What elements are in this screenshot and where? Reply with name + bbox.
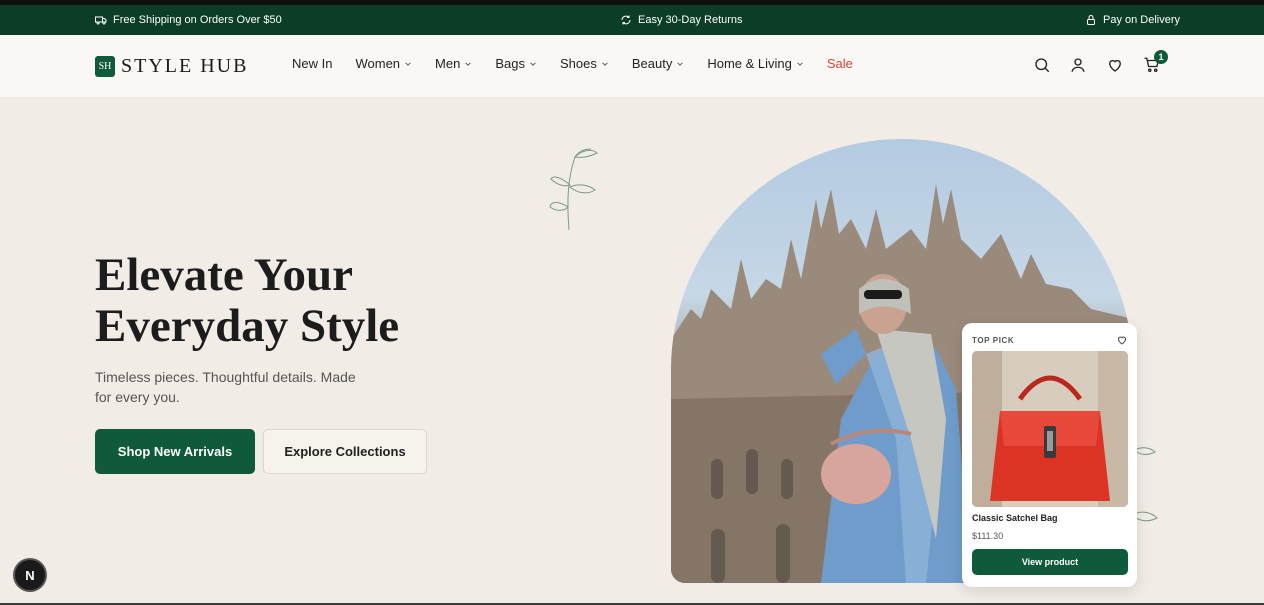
lock-icon xyxy=(1087,15,1095,25)
chevron-down-icon xyxy=(530,61,536,66)
nav-label: Men xyxy=(435,56,461,71)
product-price: $111.30 xyxy=(972,531,1004,541)
main-nav: New In Women Men Bags Shoes Beauty Home … xyxy=(292,56,876,71)
leaf-decoration xyxy=(549,148,598,231)
top-pick-card: TOP PICK Classic Satchel Bag $111.30 Vie… xyxy=(962,323,1137,587)
logo-mark: SH xyxy=(95,56,115,77)
nav-item-men[interactable]: Men xyxy=(435,56,472,71)
nav-label: Shoes xyxy=(559,56,597,71)
nav-label: Sale xyxy=(826,56,853,71)
chevron-down-icon xyxy=(677,61,684,66)
chevron-down-icon xyxy=(602,61,608,66)
shop-new-arrivals-button[interactable]: Shop New Arrivals xyxy=(95,429,255,474)
nav-label: Beauty xyxy=(631,56,673,71)
search-icon[interactable] xyxy=(1033,56,1051,74)
nav-item-bags[interactable]: Bags xyxy=(495,56,537,71)
chevron-down-icon xyxy=(465,61,472,66)
heart-icon[interactable] xyxy=(1116,334,1128,346)
heart-icon[interactable] xyxy=(1106,56,1124,74)
hero-subtitle: Timeless pieces. Thoughtful details. Mad… xyxy=(95,369,356,405)
hero-title: Elevate Your Everyday Style xyxy=(95,249,400,352)
nav-item-new-in[interactable]: New In xyxy=(292,56,332,71)
logo[interactable]: SH STYLE HUB xyxy=(95,55,248,78)
nav-item-shoes[interactable]: Shoes xyxy=(560,56,609,71)
top-pick-label: TOP PICK xyxy=(972,336,1015,345)
product-name: Classic Satchel Bag xyxy=(972,513,1058,523)
delivery-notice: Pay on Delivery xyxy=(1085,5,1180,35)
dev-tools-badge[interactable]: N xyxy=(15,560,45,590)
refresh-icon xyxy=(621,15,631,25)
nav-label: Women xyxy=(355,56,401,71)
product-image[interactable] xyxy=(972,351,1128,507)
returns-notice: Easy 30-Day Returns xyxy=(620,5,743,35)
nav-item-women[interactable]: Women xyxy=(355,56,412,71)
nav-item-beauty[interactable]: Beauty xyxy=(632,56,684,71)
chevron-down-icon xyxy=(797,61,803,66)
delivery-text: Pay on Delivery xyxy=(1103,14,1181,26)
site-header: SH STYLE HUB New In Women Men Bags Shoes… xyxy=(0,35,1264,98)
nav-label: Bags xyxy=(495,56,525,71)
logo-text: STYLE HUB xyxy=(121,55,249,77)
nav-item-sale[interactable]: Sale xyxy=(827,56,853,71)
nav-label: New In xyxy=(292,56,333,71)
view-product-button[interactable]: View product xyxy=(972,549,1128,575)
chevron-down-icon xyxy=(405,61,411,66)
shipping-notice: Free Shipping on Orders Over $50 xyxy=(95,5,282,35)
truck-icon xyxy=(95,16,107,25)
returns-text: Easy 30-Day Returns xyxy=(638,14,743,26)
nav-item-home-living[interactable]: Home & Living xyxy=(707,56,804,71)
announcement-bar: Free Shipping on Orders Over $50 Easy 30… xyxy=(0,0,1264,35)
header-actions: 1 xyxy=(1033,50,1173,80)
nav-label: Home & Living xyxy=(707,56,792,71)
explore-collections-button[interactable]: Explore Collections xyxy=(263,429,427,474)
shipping-text: Free Shipping on Orders Over $50 xyxy=(113,14,282,26)
user-icon[interactable] xyxy=(1069,56,1087,74)
cart-count-badge: 1 xyxy=(1154,50,1168,64)
